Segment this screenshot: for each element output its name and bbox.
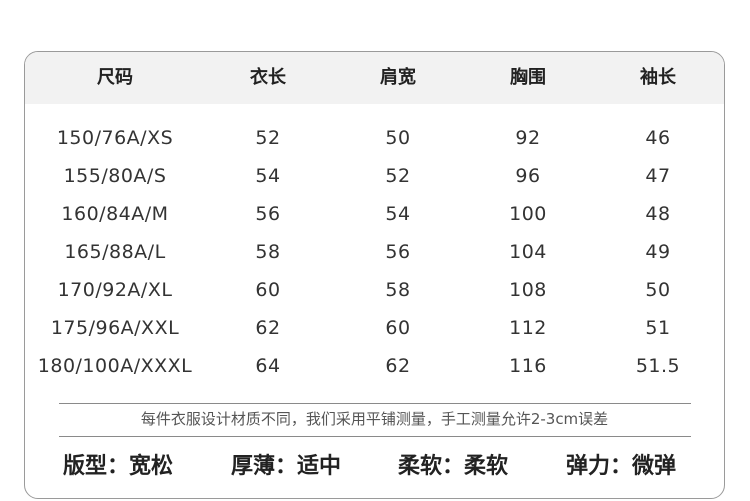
cell-size: 165/88A/L — [64, 241, 166, 263]
cell-shoulder: 56 — [385, 241, 411, 263]
header-size: 尺码 — [97, 67, 133, 88]
cell-sleeve: 48 — [645, 203, 671, 225]
table-row: 150/76A/XS 52 50 92 46 — [25, 119, 724, 157]
attribute-thickness: 厚薄：适中 — [231, 454, 342, 479]
table-header: 尺码 衣长 肩宽 胸围 袖长 — [25, 52, 724, 104]
cell-chest: 116 — [509, 355, 547, 377]
cell-shoulder: 54 — [385, 203, 411, 225]
table-row: 160/84A/M 56 54 100 48 — [25, 195, 724, 233]
table-row: 165/88A/L 58 56 104 49 — [25, 233, 724, 271]
divider-bottom — [59, 436, 691, 437]
cell-chest: 108 — [509, 279, 547, 301]
cell-chest: 112 — [509, 317, 547, 339]
attribute-softness: 柔软：柔软 — [398, 454, 509, 479]
cell-size: 175/96A/XXL — [50, 317, 180, 339]
size-chart-card: 尺码 衣长 肩宽 胸围 袖长 150/76A/XS 52 50 92 46 15… — [24, 51, 725, 499]
table-row: 175/96A/XXL 62 60 112 51 — [25, 309, 724, 347]
attribute-elasticity: 弹力：微弹 — [566, 454, 677, 479]
cell-chest: 96 — [515, 165, 541, 187]
attribute-fit: 版型：宽松 — [63, 454, 174, 479]
header-shoulder: 肩宽 — [380, 67, 416, 88]
table-row: 170/92A/XL 60 58 108 50 — [25, 271, 724, 309]
cell-length: 58 — [255, 241, 281, 263]
cell-sleeve: 50 — [645, 279, 671, 301]
header-sleeve: 袖长 — [640, 67, 676, 88]
measurement-note: 每件衣服设计材质不同，我们采用平铺测量，手工测量允许2-3cm误差 — [140, 410, 609, 428]
cell-shoulder: 58 — [385, 279, 411, 301]
cell-sleeve: 51.5 — [635, 355, 681, 377]
cell-length: 54 — [255, 165, 281, 187]
cell-shoulder: 60 — [385, 317, 411, 339]
cell-length: 62 — [255, 317, 281, 339]
attributes-row: 版型：宽松 厚薄：适中 柔软：柔软 弹力：微弹 — [25, 447, 724, 487]
cell-size: 180/100A/XXXL — [37, 355, 193, 377]
cell-size: 160/84A/M — [61, 203, 169, 225]
cell-size: 155/80A/S — [63, 165, 167, 187]
cell-sleeve: 51 — [645, 317, 671, 339]
cell-chest: 92 — [515, 127, 541, 149]
cell-chest: 104 — [509, 241, 547, 263]
cell-chest: 100 — [509, 203, 547, 225]
cell-length: 64 — [255, 355, 281, 377]
cell-length: 60 — [255, 279, 281, 301]
header-chest: 胸围 — [510, 67, 546, 88]
cell-sleeve: 49 — [645, 241, 671, 263]
cell-sleeve: 46 — [645, 127, 671, 149]
cell-shoulder: 52 — [385, 165, 411, 187]
cell-size: 150/76A/XS — [56, 127, 174, 149]
cell-length: 52 — [255, 127, 281, 149]
table-row: 155/80A/S 54 52 96 47 — [25, 157, 724, 195]
cell-length: 56 — [255, 203, 281, 225]
cell-size: 170/92A/XL — [57, 279, 173, 301]
table-row: 180/100A/XXXL 64 62 116 51.5 — [25, 347, 724, 385]
cell-shoulder: 62 — [385, 355, 411, 377]
cell-shoulder: 50 — [385, 127, 411, 149]
header-length: 衣长 — [250, 67, 286, 88]
cell-sleeve: 47 — [645, 165, 671, 187]
